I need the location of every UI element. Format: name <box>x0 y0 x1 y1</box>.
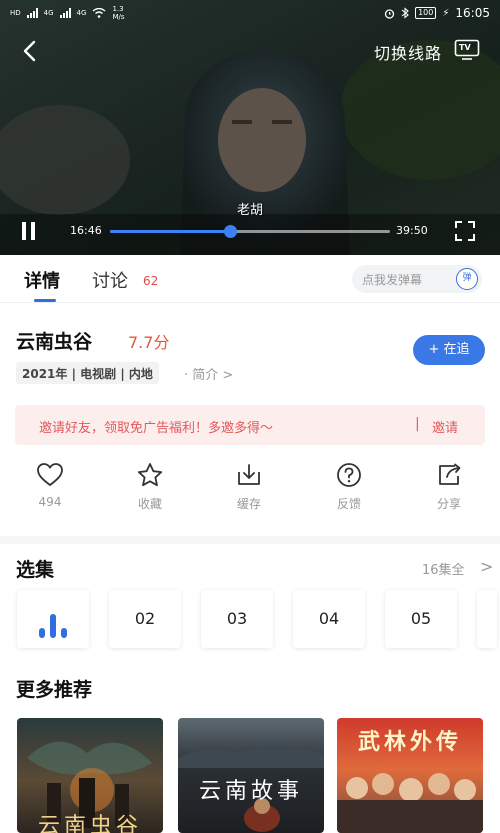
net2-label: 4G <box>76 9 87 17</box>
episodes-title: 选集 <box>16 559 55 581</box>
bluetooth-icon <box>401 7 409 19</box>
danmu-placeholder: 点我发弹幕 <box>362 273 423 287</box>
favorite-label: 收藏 <box>137 497 162 511</box>
favorite-button[interactable]: 收藏 <box>115 462 185 512</box>
tv-label: TV <box>459 43 471 52</box>
alarm-icon <box>384 8 395 19</box>
danmu-input[interactable]: 点我发弹幕 弹 <box>352 265 482 293</box>
download-button[interactable]: 缓存 <box>214 462 284 512</box>
tab-active-indicator <box>34 299 56 302</box>
sim1-badge: HD <box>10 9 21 17</box>
back-button[interactable] <box>18 38 44 64</box>
episode-list: 02 03 04 05 <box>17 590 500 648</box>
clock: 16:05 <box>455 6 490 20</box>
signal-icon <box>26 8 38 18</box>
episodes-all-link[interactable]: 16集全 <box>422 559 465 578</box>
tab-detail[interactable]: 详情 <box>24 267 60 293</box>
progress-knob[interactable] <box>224 225 238 238</box>
net-speed-unit: M/s <box>112 13 125 21</box>
charging-icon: ⚡ <box>442 7 450 19</box>
show-meta: 2021年 | 电视剧 | 内地 <box>16 362 159 384</box>
episode-01-playing[interactable] <box>17 590 89 648</box>
share-button[interactable]: 分享 <box>414 462 484 512</box>
question-icon <box>337 463 361 487</box>
invite-text: 邀请好友，领取免广告福利！多邀多得～ <box>39 421 274 436</box>
intro-link[interactable]: · 简介 > <box>184 364 233 383</box>
feedback-button[interactable]: 反馈 <box>314 462 384 512</box>
pause-bar <box>31 222 35 240</box>
wifi-icon <box>92 8 106 18</box>
recommend-card[interactable]: 云南虫谷 <box>17 718 163 833</box>
download-label: 缓存 <box>236 497 261 511</box>
episode-item[interactable]: 02 <box>109 590 181 648</box>
recommend-card[interactable]: 云南故事 <box>178 718 324 833</box>
section-divider <box>0 536 500 544</box>
recommend-card[interactable]: 武林外传 <box>337 718 483 833</box>
episode-item[interactable]: 03 <box>201 590 273 648</box>
fullscreen-button[interactable] <box>454 220 476 242</box>
share-icon <box>439 463 461 485</box>
invite-button[interactable]: 邀请 <box>432 417 458 436</box>
tv-cast-button[interactable]: TV <box>454 39 480 61</box>
tab-bar: 详情 讨论 62 点我发弹幕 弹 <box>0 255 500 303</box>
download-icon <box>238 464 260 485</box>
playing-bar <box>39 628 45 638</box>
discuss-count-badge: 62 <box>143 274 159 288</box>
playing-bar <box>61 628 67 638</box>
episode-item[interactable]: 04 <box>293 590 365 648</box>
recommend-caption: 云南故事 <box>198 779 303 804</box>
chevron-right-icon[interactable]: > <box>480 557 493 576</box>
recommend-list: 云南虫谷 云南故事 武林外传 <box>0 718 500 833</box>
playback-controls: 16:46 39:50 <box>0 214 500 248</box>
share-label: 分享 <box>436 497 461 511</box>
switch-route-button[interactable]: 切换线路 <box>374 40 442 64</box>
star-icon <box>137 463 163 487</box>
net-speed-value: 1.3 <box>112 5 124 13</box>
pause-bar <box>22 222 26 240</box>
total-time: 39:50 <box>396 224 428 237</box>
action-row: 494 收藏 缓存 反馈 分享 <box>0 462 500 518</box>
current-time: 16:46 <box>70 224 102 237</box>
heart-icon <box>37 463 63 486</box>
feedback-label: 反馈 <box>336 497 361 511</box>
pause-button[interactable] <box>20 222 38 240</box>
episode-item[interactable]: 05 <box>385 590 457 648</box>
like-count: 494 <box>38 495 62 509</box>
invite-banner[interactable]: 邀请好友，领取免广告福利！多邀多得～ | 邀请 <box>15 405 485 445</box>
show-title: 云南虫谷 <box>16 331 93 353</box>
invite-separator: | <box>415 416 420 432</box>
playing-bar <box>50 614 56 638</box>
tab-discuss[interactable]: 讨论 <box>92 267 128 293</box>
episode-item-partial[interactable] <box>477 590 497 648</box>
recommend-title: 更多推荐 <box>16 679 93 701</box>
like-button[interactable]: 494 <box>15 462 85 509</box>
progress-slider[interactable] <box>110 225 390 238</box>
show-score: 7.7分 <box>128 333 170 352</box>
battery-indicator: 100 <box>415 7 437 19</box>
recommend-caption: 武林外传 <box>357 729 462 755</box>
danmu-toggle-icon[interactable]: 弹 <box>456 268 478 290</box>
video-player[interactable]: HD 4G 4G HD 1.3 M/s 100 ⚡ 16:05 切换线路 TV <box>0 0 500 255</box>
net1-label: 4G <box>43 9 54 17</box>
signal-icon-2 <box>59 8 71 18</box>
status-bar: HD 4G 4G HD 1.3 M/s 100 ⚡ 16:05 <box>0 0 500 26</box>
recommend-caption: 云南虫谷 <box>37 814 142 833</box>
progress-fill <box>110 230 231 233</box>
follow-button[interactable]: + 在追 <box>413 335 485 365</box>
